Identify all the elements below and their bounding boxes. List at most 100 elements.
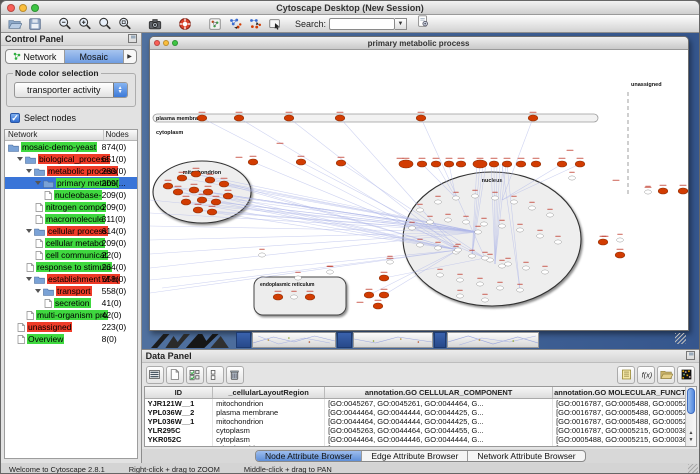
network-node[interactable] — [373, 303, 383, 309]
network-node[interactable] — [416, 243, 423, 247]
tree-row-unassigned[interactable]: unassigned223(0) — [5, 321, 137, 333]
network-node[interactable] — [211, 199, 221, 205]
network-node[interactable] — [336, 160, 346, 166]
disclosure-triangle-icon[interactable] — [35, 289, 41, 293]
network-node[interactable] — [531, 161, 541, 167]
float-panel-icon[interactable] — [686, 351, 695, 362]
network-node[interactable] — [416, 115, 426, 121]
network-node[interactable] — [205, 177, 215, 183]
network-node[interactable] — [294, 276, 301, 280]
tree-row-overview[interactable]: Overview8(0) — [5, 333, 137, 345]
tree-row-establishment-of-lo[interactable]: establishment of lo558(0) — [5, 273, 137, 285]
network-node[interactable] — [510, 200, 517, 204]
network-node[interactable] — [193, 207, 203, 213]
network-node[interactable] — [191, 171, 201, 177]
network-node[interactable] — [173, 189, 183, 195]
table-column-header[interactable]: annotation.GO MOLECULAR_FUNCTION — [553, 387, 687, 399]
network-node[interactable] — [462, 220, 469, 224]
network-node[interactable] — [416, 208, 423, 212]
tree-row-nitrogen-compo[interactable]: nitrogen compo209(0) — [5, 201, 137, 213]
network-node[interactable] — [474, 230, 481, 234]
network-node[interactable] — [434, 246, 441, 250]
select-box-icon[interactable] — [267, 16, 283, 31]
network-node[interactable] — [456, 278, 463, 282]
tree-row-cellular-metabo[interactable]: cellular metabo209(0) — [5, 237, 137, 249]
network-modify-a-icon[interactable] — [227, 16, 243, 31]
network-node[interactable] — [189, 187, 199, 193]
network-node[interactable] — [197, 197, 207, 203]
network-node[interactable] — [444, 161, 454, 167]
background-window[interactable] — [353, 332, 433, 348]
select-attributes-icon[interactable] — [186, 366, 204, 384]
network-node[interactable] — [273, 294, 283, 300]
network-node[interactable] — [502, 161, 512, 167]
table-column-header[interactable]: ID — [145, 387, 213, 399]
minimized-window[interactable] — [434, 332, 446, 348]
network-node[interactable] — [305, 294, 315, 300]
search-options-icon[interactable] — [415, 14, 431, 29]
tree-row-macromolecule[interactable]: macromolecule311(0) — [5, 213, 137, 225]
network-node[interactable] — [528, 115, 538, 121]
network-node[interactable] — [177, 175, 187, 181]
network-node[interactable] — [481, 256, 488, 260]
network-node[interactable] — [473, 160, 487, 168]
tree-row-secretion[interactable]: secretion41(0) — [5, 297, 137, 309]
network-node[interactable] — [386, 260, 393, 264]
network-node[interactable] — [616, 238, 623, 242]
delete-attribute-icon[interactable] — [226, 366, 244, 384]
save-session-icon[interactable] — [27, 16, 43, 31]
network-node[interactable] — [516, 288, 523, 292]
tab-network[interactable]: Network — [6, 50, 65, 63]
network-node[interactable] — [258, 253, 265, 257]
title-bar[interactable]: Cytoscape Desktop (New Session) — [1, 1, 699, 15]
search-dropdown-button[interactable]: ▼ — [395, 18, 407, 30]
new-attribute-icon[interactable] — [166, 366, 184, 384]
network-node[interactable] — [426, 220, 433, 224]
network-node[interactable] — [554, 240, 561, 244]
table-row[interactable]: YPL036W__2plasma membrane[GO:0044464, GO… — [145, 408, 687, 417]
network-node[interactable] — [434, 200, 441, 204]
table-row[interactable]: YKR052Ccytoplasm[GO:0044464, GO:0044446,… — [145, 435, 687, 444]
tree-row-cellular-process[interactable]: cellular process614(0) — [5, 225, 137, 237]
network-node[interactable] — [481, 298, 488, 302]
zoom-fit-icon[interactable] — [97, 16, 113, 31]
tree-row-transport[interactable]: transport558(0) — [5, 285, 137, 297]
network-node[interactable] — [456, 294, 463, 298]
network-node[interactable] — [678, 188, 688, 194]
table-row[interactable]: YDR039C__1mitochondrion[GO:0044464, GO:0… — [145, 444, 687, 447]
tree-row-primary-metabol[interactable]: primary metabol209(... — [5, 177, 137, 189]
tab-network-attribute-browser[interactable]: Network Attribute Browser — [468, 451, 584, 461]
network-node[interactable] — [326, 270, 333, 274]
zoom-out-icon[interactable] — [57, 16, 73, 31]
window-resize-grip[interactable] — [675, 333, 686, 344]
disclosure-triangle-icon[interactable] — [35, 181, 41, 185]
open-file-icon[interactable] — [7, 16, 23, 31]
network-node[interactable] — [541, 270, 548, 274]
network-node[interactable] — [476, 282, 483, 286]
network-node[interactable] — [207, 209, 217, 215]
network-node[interactable] — [489, 161, 499, 167]
unselect-attributes-icon[interactable] — [206, 366, 224, 384]
table-row[interactable]: YJR121W__1mitochondrion[GO:0045267, GO:0… — [145, 399, 687, 409]
tree-row-metabolic-process[interactable]: metabolic process280(0) — [5, 165, 137, 177]
attribute-editor-icon[interactable] — [617, 366, 635, 384]
tree-row-mosaic-demo-yeast[interactable]: mosaic-demo-yeast874(0) — [5, 141, 137, 153]
table-row[interactable]: YLR295Ccytoplasm[GO:0045263, GO:0044464,… — [145, 426, 687, 435]
network-node[interactable] — [504, 262, 511, 266]
disclosure-triangle-icon[interactable] — [26, 229, 32, 233]
network-node[interactable] — [436, 273, 443, 277]
tree-row-response-to-stimulu[interactable]: response to stimulu264(0) — [5, 261, 137, 273]
network-node[interactable] — [454, 248, 461, 252]
network-modify-b-icon[interactable] — [247, 16, 263, 31]
network-node[interactable] — [408, 226, 415, 230]
minimized-window[interactable] — [337, 332, 352, 348]
network-node[interactable] — [498, 264, 505, 268]
table-column-header[interactable]: annotation.GO CELLULAR_COMPONENT — [325, 387, 553, 399]
network-node[interactable] — [658, 188, 668, 194]
network-node[interactable] — [568, 176, 575, 180]
network-node[interactable] — [491, 196, 498, 200]
search-input[interactable] — [329, 18, 395, 30]
network-window-titlebar[interactable]: primary metabolic process — [150, 37, 688, 50]
node-color-combo[interactable]: transporter activity ▲▼ — [14, 82, 128, 98]
zoom-selected-icon[interactable] — [117, 16, 133, 31]
